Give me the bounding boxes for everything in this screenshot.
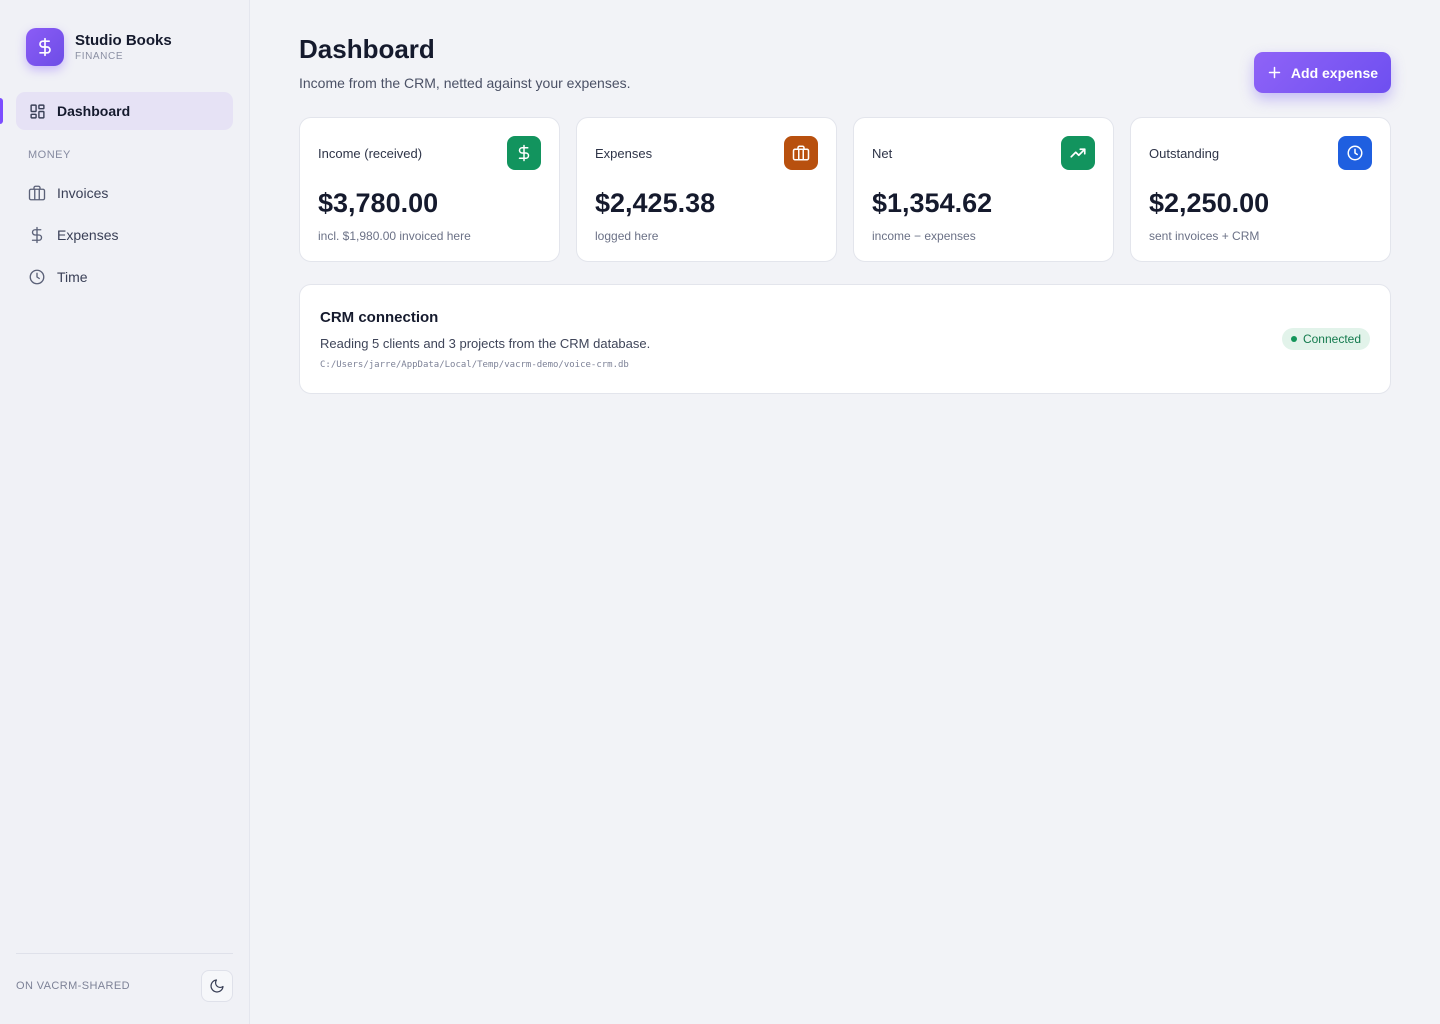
sidebar-item-label: Dashboard — [57, 103, 131, 119]
sidebar-item-expenses[interactable]: Expenses — [16, 216, 233, 254]
briefcase-icon — [28, 184, 46, 202]
stat-value: $2,250.00 — [1149, 188, 1270, 218]
grid-icon — [28, 102, 46, 120]
crm-description: Reading 5 clients and 3 projects from th… — [320, 336, 651, 351]
sidebar: Studio Books FINANCE Dashboard MONEY Inv… — [0, 0, 250, 1024]
sidebar-item-label: Invoices — [57, 185, 109, 201]
sidebar-item-label: Expenses — [57, 227, 119, 243]
moon-icon — [209, 978, 225, 994]
stat-card-income: Income (received) $3,780.00 incl. $1,980… — [299, 117, 560, 262]
status-label: Connected — [1302, 332, 1361, 346]
dollar-icon — [507, 136, 541, 170]
stat-card-expenses: Expenses $2,425.38 logged here — [576, 117, 837, 262]
stat-note: income − expenses — [872, 229, 976, 243]
briefcase-icon — [784, 136, 818, 170]
brand[interactable]: Studio Books FINANCE — [26, 28, 172, 66]
status-dot-icon — [1290, 336, 1297, 342]
trending-up-icon — [1061, 136, 1095, 170]
dollar-icon — [28, 226, 46, 244]
sidebar-item-time[interactable]: Time — [16, 258, 233, 296]
stat-card-net: Net $1,354.62 income − expenses — [853, 117, 1114, 262]
app-name: Studio Books — [75, 31, 172, 49]
stat-note: sent invoices + CRM — [1149, 229, 1260, 243]
active-indicator — [0, 98, 3, 124]
stat-label: Outstanding — [1149, 146, 1220, 161]
theme-toggle-button[interactable] — [201, 970, 233, 1002]
stat-note: logged here — [595, 229, 659, 243]
app-subtitle: FINANCE — [75, 50, 124, 62]
stat-value: $2,425.38 — [595, 188, 716, 218]
add-expense-button[interactable]: Add expense — [1254, 52, 1391, 93]
stat-label: Expenses — [595, 146, 653, 161]
stat-label: Net — [872, 146, 893, 161]
crm-database-path: C:/Users/jarre/AppData/Local/Temp/vacrm-… — [320, 360, 629, 370]
page-subtitle: Income from the CRM, netted against your… — [299, 75, 631, 91]
sidebar-item-invoices[interactable]: Invoices — [16, 174, 233, 212]
sidebar-divider — [16, 953, 233, 954]
plus-icon — [1267, 65, 1282, 80]
dollar-logo-icon — [26, 28, 64, 66]
page-title: Dashboard — [299, 34, 435, 64]
workspace-label: ON VACRM-SHARED — [16, 980, 130, 992]
sidebar-item-label: Time — [57, 269, 88, 285]
stat-note: incl. $1,980.00 invoiced here — [318, 229, 471, 243]
sidebar-item-dashboard[interactable]: Dashboard — [16, 92, 233, 130]
crm-connection-card: CRM connection Reading 5 clients and 3 p… — [299, 284, 1391, 394]
stat-label: Income (received) — [318, 146, 423, 161]
add-expense-label: Add expense — [1290, 64, 1379, 81]
crm-title: CRM connection — [320, 309, 439, 326]
stat-card-outstanding: Outstanding $2,250.00 sent invoices + CR… — [1130, 117, 1391, 262]
status-badge: Connected — [1281, 328, 1370, 350]
clock-icon — [28, 268, 46, 286]
section-heading-money: MONEY — [28, 149, 71, 161]
stat-value: $1,354.62 — [872, 188, 993, 218]
stat-value: $3,780.00 — [318, 188, 439, 218]
clock-icon — [1338, 136, 1372, 170]
